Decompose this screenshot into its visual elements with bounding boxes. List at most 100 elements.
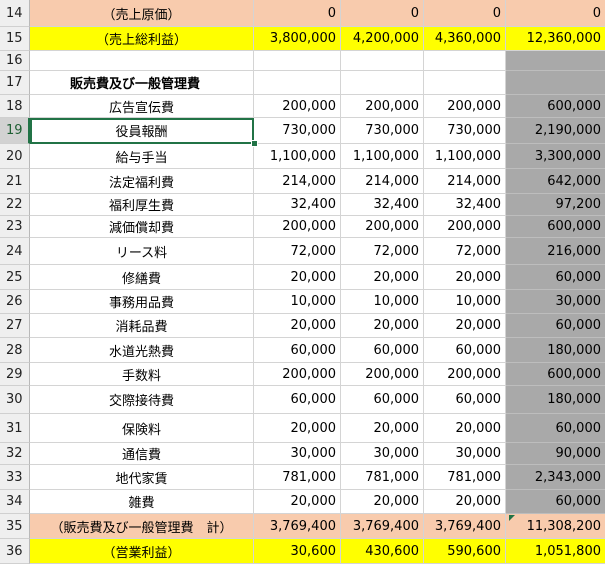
cell-month3[interactable]: 10,000 [424, 290, 506, 314]
cell-month2[interactable]: 60,000 [341, 386, 424, 414]
cell-month3[interactable]: 730,000 [424, 118, 506, 144]
cell-month3[interactable]: 72,000 [424, 238, 506, 265]
cell-month2[interactable]: 20,000 [341, 265, 424, 290]
cell-month3[interactable]: 3,769,400 [424, 514, 506, 539]
row-header[interactable]: 22 [0, 194, 30, 216]
error-indicator-icon[interactable] [509, 515, 515, 521]
cell-month1[interactable]: 20,000 [254, 265, 341, 290]
cell-month2[interactable]: 10,000 [341, 290, 424, 314]
row-header[interactable]: 31 [0, 414, 30, 443]
cell-month2[interactable]: 20,000 [341, 414, 424, 443]
cell-label[interactable]: 広告宣伝費 [30, 95, 254, 118]
cell-month3[interactable]: 32,400 [424, 194, 506, 216]
row-header[interactable]: 34 [0, 490, 30, 514]
row-header[interactable]: 24 [0, 238, 30, 265]
cell-total[interactable]: 2,343,000 [506, 465, 605, 490]
cell-month3[interactable]: 20,000 [424, 414, 506, 443]
cell-month2[interactable]: 3,769,400 [341, 514, 424, 539]
cell-month3[interactable]: 200,000 [424, 95, 506, 118]
section-heading[interactable]: 販売費及び一般管理費 [30, 71, 254, 95]
cell-month2[interactable]: 20,000 [341, 490, 424, 514]
cell-month1[interactable]: 20,000 [254, 490, 341, 514]
cell-label[interactable]: 保険料 [30, 414, 254, 443]
cell-label-selected[interactable]: 役員報酬 [30, 118, 254, 144]
cell-label[interactable]: 事務用品費 [30, 290, 254, 314]
cell-month1[interactable]: 200,000 [254, 95, 341, 118]
row-header[interactable]: 35 [0, 514, 30, 539]
cell-label[interactable]: 修繕費 [30, 265, 254, 290]
cell-label[interactable]: 福利厚生費 [30, 194, 254, 216]
cell-month1[interactable]: 60,000 [254, 338, 341, 363]
cell-month1[interactable]: 0 [254, 0, 341, 27]
cell-month2[interactable]: 30,000 [341, 443, 424, 465]
row-header-selected[interactable]: 19 [0, 118, 30, 144]
cell-total[interactable]: 30,000 [506, 290, 605, 314]
cell-total[interactable]: 180,000 [506, 386, 605, 414]
cell-month3[interactable]: 60,000 [424, 386, 506, 414]
cell-month1[interactable]: 200,000 [254, 363, 341, 386]
cell-month3[interactable]: 4,360,000 [424, 27, 506, 51]
row-header[interactable]: 18 [0, 95, 30, 118]
cell-month3[interactable]: 200,000 [424, 363, 506, 386]
cell-total[interactable]: 1,051,800 [506, 539, 605, 564]
cell-month2[interactable]: 430,600 [341, 539, 424, 564]
cell-total[interactable]: 642,000 [506, 169, 605, 194]
cell-total[interactable]: 216,000 [506, 238, 605, 265]
cell-total[interactable]: 0 [506, 0, 605, 27]
cell-month1[interactable]: 200,000 [254, 216, 341, 238]
row-header[interactable]: 21 [0, 169, 30, 194]
cell-month1[interactable]: 3,769,400 [254, 514, 341, 539]
cell-label[interactable]: 手数料 [30, 363, 254, 386]
cell-total[interactable]: 60,000 [506, 265, 605, 290]
cell-month3[interactable]: 20,000 [424, 314, 506, 338]
cell-label[interactable]: 水道光熱費 [30, 338, 254, 363]
cell-label[interactable]: 交際接待費 [30, 386, 254, 414]
cell-month3[interactable]: 214,000 [424, 169, 506, 194]
cell-month1[interactable]: 730,000 [254, 118, 341, 144]
cell-month3[interactable]: 0 [424, 0, 506, 27]
row-header[interactable]: 20 [0, 144, 30, 169]
row-header[interactable]: 26 [0, 290, 30, 314]
cell-month1[interactable]: 20,000 [254, 314, 341, 338]
row-header[interactable]: 14 [0, 0, 30, 27]
cell-month1[interactable] [254, 71, 341, 95]
cell-total[interactable]: 2,190,000 [506, 118, 605, 144]
cell-total[interactable] [506, 71, 605, 95]
cell-total[interactable]: 600,000 [506, 95, 605, 118]
cell-total[interactable]: 11,308,200 [506, 514, 605, 539]
cell-month2[interactable] [341, 51, 424, 71]
cell-total[interactable]: 600,000 [506, 363, 605, 386]
cell-month3[interactable]: 60,000 [424, 338, 506, 363]
cell-month2[interactable]: 1,100,000 [341, 144, 424, 169]
cell-label[interactable]: 法定福利費 [30, 169, 254, 194]
row-header[interactable]: 23 [0, 216, 30, 238]
fill-handle[interactable] [251, 140, 258, 147]
cell-label[interactable]: 通信費 [30, 443, 254, 465]
cell-label[interactable]: （売上総利益） [30, 27, 254, 51]
cell-month1[interactable]: 781,000 [254, 465, 341, 490]
cell-label[interactable]: 減価償却費 [30, 216, 254, 238]
cell-month1[interactable] [254, 51, 341, 71]
cell-month2[interactable]: 0 [341, 0, 424, 27]
cell-month3[interactable] [424, 51, 506, 71]
cell-month2[interactable]: 200,000 [341, 363, 424, 386]
cell-total[interactable]: 3,300,000 [506, 144, 605, 169]
cell-total[interactable]: 60,000 [506, 314, 605, 338]
cell-month1[interactable]: 60,000 [254, 386, 341, 414]
cell-month2[interactable]: 200,000 [341, 95, 424, 118]
cell-month1[interactable]: 1,100,000 [254, 144, 341, 169]
cell-label[interactable] [30, 51, 254, 71]
row-header[interactable]: 29 [0, 363, 30, 386]
cell-total[interactable]: 600,000 [506, 216, 605, 238]
cell-month1[interactable]: 10,000 [254, 290, 341, 314]
cell-total[interactable]: 90,000 [506, 443, 605, 465]
cell-month2[interactable]: 72,000 [341, 238, 424, 265]
cell-label[interactable]: 給与手当 [30, 144, 254, 169]
row-header[interactable]: 33 [0, 465, 30, 490]
cell-label[interactable]: （営業利益） [30, 539, 254, 564]
row-header[interactable]: 30 [0, 386, 30, 414]
cell-label[interactable]: 消耗品費 [30, 314, 254, 338]
cell-label[interactable]: （販売費及び一般管理費 計） [30, 514, 254, 539]
row-header[interactable]: 16 [0, 51, 30, 71]
cell-month2[interactable]: 200,000 [341, 216, 424, 238]
